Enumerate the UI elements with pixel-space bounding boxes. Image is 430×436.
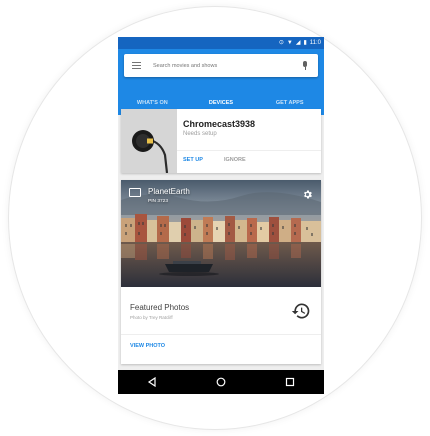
- cast-pin: PIN 3723: [148, 199, 169, 204]
- cast-icon: [129, 188, 141, 197]
- device-status: Needs setup: [183, 131, 217, 137]
- microphone-icon[interactable]: [300, 60, 310, 72]
- wifi-icon: ▼: [286, 40, 293, 46]
- device-card: Chromecast3938 Needs setup SET UP IGNORE: [121, 109, 321, 174]
- home-icon[interactable]: [215, 376, 227, 388]
- signal-icon: ◢: [295, 40, 301, 46]
- cast-status-icon: ⊙: [278, 40, 284, 46]
- chromecast-image: [121, 109, 177, 174]
- status-bar: ⊙ ▼ ◢ ▮ 11:0: [118, 37, 324, 49]
- device-name: Chromecast3938: [183, 119, 256, 129]
- stage: ⊙ ▼ ◢ ▮ 11:0 Search movies and shows WHA…: [0, 0, 430, 436]
- divider: [177, 150, 321, 151]
- navigation-bar: [118, 370, 324, 394]
- menu-icon[interactable]: [132, 62, 141, 69]
- history-icon[interactable]: [291, 301, 311, 321]
- back-icon[interactable]: [146, 376, 158, 388]
- photo-credit: Photo by Trey Ratcliff: [130, 315, 173, 320]
- gear-icon[interactable]: [302, 187, 313, 199]
- search-bar[interactable]: Search movies and shows: [124, 54, 318, 77]
- view-photo-button[interactable]: VIEW PHOTO: [130, 343, 165, 349]
- status-time: 11:0: [309, 40, 321, 46]
- set-up-button[interactable]: SET UP: [183, 157, 203, 163]
- cast-device-name: PlanetEarth: [148, 187, 190, 196]
- featured-photo[interactable]: PlanetEarth PIN 3723: [121, 180, 321, 287]
- search-input[interactable]: Search movies and shows: [153, 63, 300, 69]
- backdrop-card: PlanetEarth PIN 3723 Featured Photos Pho…: [121, 180, 321, 364]
- app-bar: Search movies and shows WHAT'S ON DEVICE…: [118, 49, 324, 115]
- phone-screen: ⊙ ▼ ◢ ▮ 11:0 Search movies and shows WHA…: [118, 37, 324, 394]
- featured-photos-title: Featured Photos: [130, 303, 190, 312]
- battery-icon: ▮: [303, 40, 307, 46]
- ignore-button[interactable]: IGNORE: [224, 157, 246, 163]
- recents-icon[interactable]: [284, 376, 296, 388]
- divider: [121, 334, 321, 335]
